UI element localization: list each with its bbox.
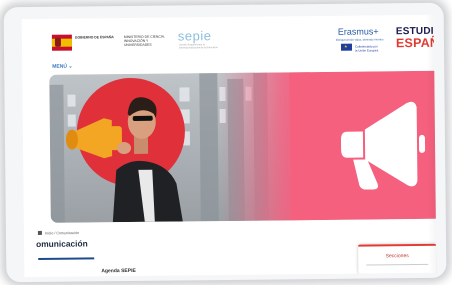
- sections-label: Secciones: [385, 253, 409, 260]
- sepie-logo[interactable]: sepie: [178, 28, 212, 43]
- sections-accent-bar: [358, 243, 437, 247]
- home-icon[interactable]: [37, 230, 42, 235]
- spain-government-logo[interactable]: [51, 34, 73, 51]
- page-title: omunicación: [36, 238, 88, 249]
- title-divider: [38, 257, 95, 260]
- eu-flag-icon: ★: [340, 43, 353, 51]
- eu-cofunded-label: Cofinanciado por la Unión Europea: [354, 44, 379, 53]
- chevron-down-icon: ⌄: [68, 63, 73, 70]
- web-page: GOBIERNO DE ESPAÑA MINISTERIO DE CIENCIA…: [21, 14, 437, 278]
- breadcrumb-current: Comunicación: [56, 231, 80, 236]
- erasmus-logo[interactable]: Erasmus+: [338, 26, 379, 36]
- erasmus-tagline: Enriqueciendo vidas, abriendo mentes: [335, 37, 384, 42]
- breadcrumb: Inicio / Comunicación: [37, 230, 80, 236]
- screenshot-frame: GOBIERNO DE ESPAÑA MINISTERIO DE CIENCIA…: [3, 2, 447, 283]
- agenda-link[interactable]: Agenda SEPIE: [101, 268, 136, 274]
- sepie-subtitle: Servicio Español para la Internacionaliz…: [178, 43, 218, 50]
- ministry-label: MINISTERIO DE CIENCIA, INNOVACIÓN Y UNIV…: [123, 34, 165, 48]
- sections-divider: [366, 263, 429, 266]
- page-edge-shadow: [425, 14, 437, 273]
- government-label: GOBIERNO DE ESPAÑA: [74, 35, 114, 40]
- menu-label: MENÚ: [52, 63, 67, 70]
- hero-banner: [49, 70, 437, 223]
- megaphone-icon: [340, 101, 426, 190]
- menu-button[interactable]: MENÚ ⌄: [52, 64, 72, 70]
- breadcrumb-home[interactable]: Inicio: [45, 231, 53, 235]
- sections-panel[interactable]: Secciones: [358, 243, 437, 275]
